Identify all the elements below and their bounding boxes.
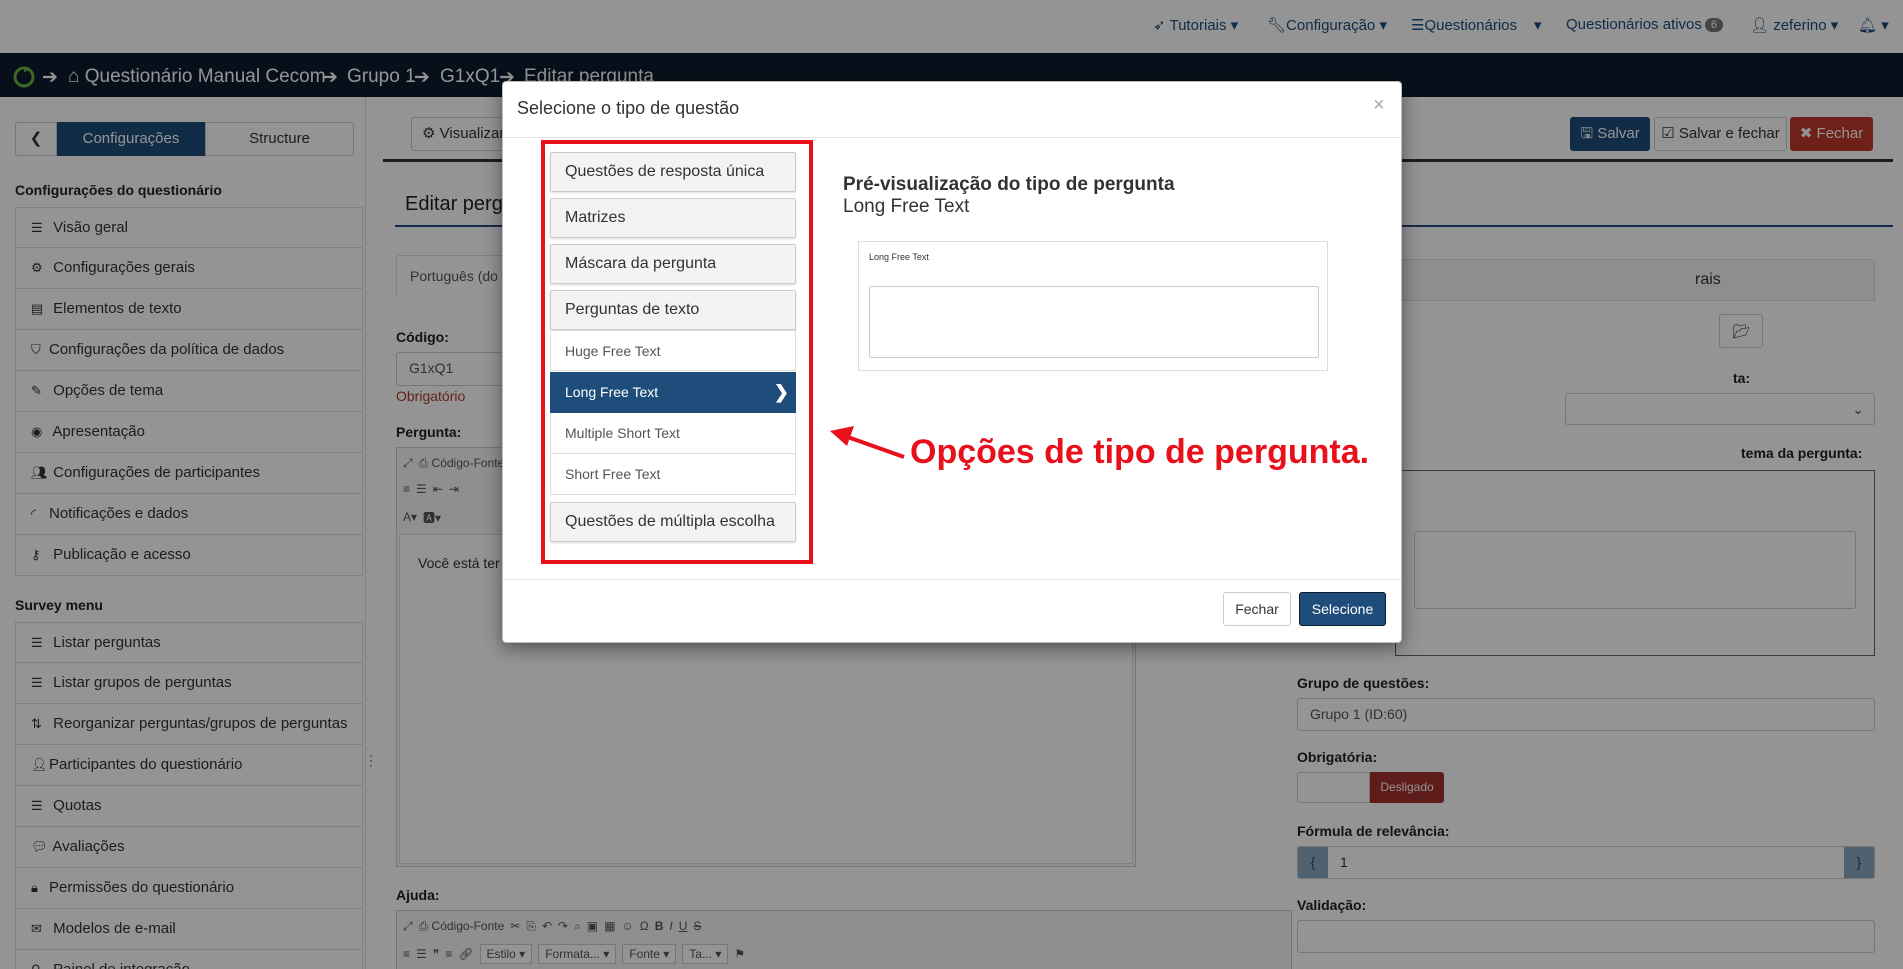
modal-select-button[interactable]: Selecione [1299,592,1386,626]
modal-header-divider [503,137,1401,138]
preview-field-label: Long Free Text [869,252,929,262]
preview-box: Long Free Text [858,241,1328,371]
modal-title: Selecione o tipo de questão [517,98,740,118]
annotation-highlight-box [541,140,813,564]
preview-heading: Pré-visualização do tipo de pergunta [843,174,1175,195]
modal-close-button[interactable]: Fechar [1223,592,1291,626]
preview-textarea [869,286,1319,358]
preview-type-name: Long Free Text [843,196,970,217]
annotation-arrow-icon [830,426,905,459]
modal-close-icon[interactable]: × [1373,94,1385,117]
annotation-text: Opções de tipo de pergunta. [910,433,1370,471]
modal-footer-divider [503,579,1401,580]
